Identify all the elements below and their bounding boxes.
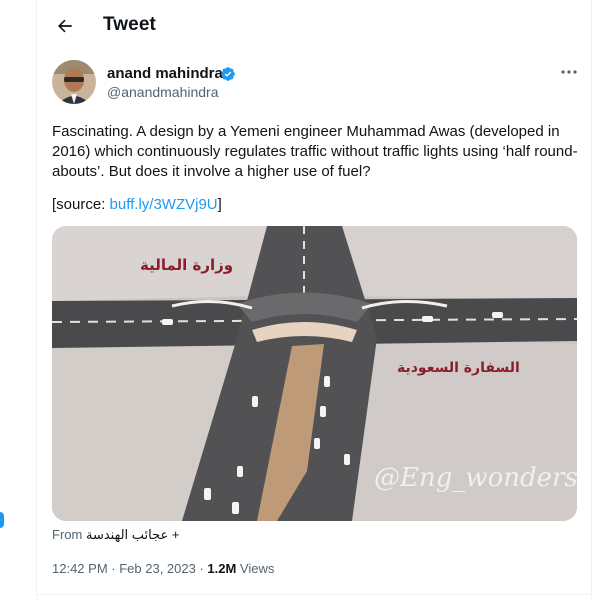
source-link[interactable]: buff.ly/3WZVj9U: [110, 196, 218, 213]
views-count: 1.2M: [207, 561, 237, 576]
avatar[interactable]: [52, 60, 96, 104]
meta-separator: ·: [107, 561, 120, 576]
tweet-date[interactable]: Feb 23, 2023: [119, 561, 196, 576]
tweet-source-line: [source: buff.ly/3WZVj9U]: [52, 195, 222, 215]
back-button[interactable]: [51, 12, 79, 40]
meta-separator: ·: [195, 561, 208, 576]
page-header: Tweet: [37, 0, 591, 52]
views-label: Views: [236, 561, 275, 576]
author-handle[interactable]: @anandmahindra: [107, 84, 219, 100]
source-prefix: [source:: [52, 196, 110, 213]
media-label-embassy: السفارة السعودية: [397, 360, 520, 376]
media-watermark: @Eng_wonders: [374, 463, 577, 493]
verified-badge-icon: [221, 67, 235, 81]
tweet-time[interactable]: 12:42 PM: [52, 561, 108, 576]
timeline-left-border: [36, 0, 37, 600]
tweet-text: Fascinating. A design by a Yemeni engine…: [52, 123, 578, 180]
arrow-left-icon: [58, 19, 72, 33]
page-title: Tweet: [103, 14, 156, 35]
more-options-button[interactable]: [558, 64, 580, 80]
attribution-prefix: From: [52, 527, 83, 542]
media-label-ministry: وزارة المالية: [140, 256, 233, 274]
source-suffix: ]: [217, 196, 222, 213]
author-display-name[interactable]: anand mahindra: [107, 65, 223, 82]
tweet-media-video[interactable]: وزارة المالية السفارة السعودية @Eng_wond…: [52, 226, 577, 521]
more-horizontal-icon: [561, 70, 577, 74]
tweet-meta: 12:42 PM · Feb 23, 2023 · 1.2M Views: [52, 561, 274, 576]
divider: [37, 594, 591, 595]
video-attribution: From عجائب الهندسة +: [52, 527, 179, 543]
follow-attribution-button[interactable]: +: [172, 527, 180, 542]
attribution-author-link[interactable]: عجائب الهندسة: [86, 527, 168, 542]
compose-indicator[interactable]: [0, 512, 4, 528]
timeline-right-border: [591, 0, 592, 600]
